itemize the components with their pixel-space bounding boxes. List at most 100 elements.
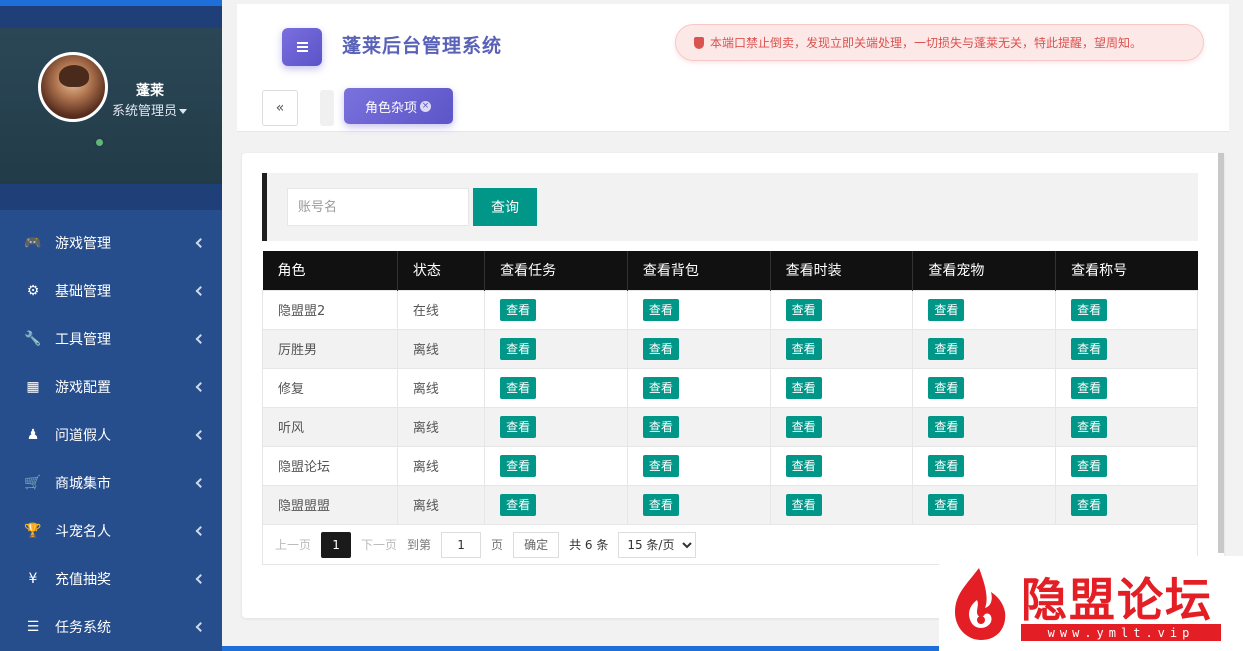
view-bag-button[interactable]: 查看: [642, 376, 679, 399]
view-title-button[interactable]: 查看: [1071, 415, 1108, 438]
view-fashion-button[interactable]: 查看: [785, 298, 822, 321]
view-task-cell: 查看: [484, 328, 628, 369]
view-task-button[interactable]: 查看: [500, 454, 537, 477]
view-task-button[interactable]: 查看: [500, 415, 537, 438]
sidebar-item-label: 商城集市: [55, 476, 111, 492]
tab-bar-home[interactable]: [320, 90, 334, 126]
table-row: 修复 离线 查看 查看 查看 查看 查看: [262, 367, 1198, 408]
query-button[interactable]: 查询: [473, 188, 537, 226]
view-task-button[interactable]: 查看: [500, 298, 537, 321]
view-fashion-button[interactable]: 查看: [785, 337, 822, 360]
view-title-button[interactable]: 查看: [1071, 337, 1108, 360]
view-title-button[interactable]: 查看: [1071, 493, 1108, 516]
sidebar-item-7[interactable]: 🏆 斗宠名人: [0, 507, 222, 555]
view-task-cell: 查看: [484, 445, 628, 486]
role-name-cell: 厉胜男: [262, 328, 398, 369]
view-bag-button[interactable]: 查看: [642, 415, 679, 438]
view-pet-button[interactable]: 查看: [928, 376, 965, 399]
view-title-cell: 查看: [1055, 445, 1198, 486]
view-pet-button[interactable]: 查看: [928, 337, 965, 360]
sidebar-item-label: 游戏配置: [55, 380, 111, 396]
view-fashion-button[interactable]: 查看: [785, 454, 822, 477]
view-fashion-cell: 查看: [769, 406, 914, 447]
confirm-page-button[interactable]: 确定: [513, 531, 560, 558]
next-page-button[interactable]: 下一页: [361, 536, 397, 553]
view-bag-button[interactable]: 查看: [642, 298, 679, 321]
cart-icon: 🛒: [24, 475, 42, 491]
view-fashion-button[interactable]: 查看: [785, 493, 822, 516]
view-title-button[interactable]: 查看: [1071, 298, 1108, 321]
view-task-button[interactable]: 查看: [500, 493, 537, 516]
sidebar-item-2[interactable]: ⚙ 基础管理: [0, 267, 222, 315]
chevron-left-icon: [195, 286, 206, 296]
list-icon: ☰: [26, 619, 40, 635]
view-pet-button[interactable]: 查看: [928, 493, 965, 516]
menu-toggle-button[interactable]: [282, 28, 322, 66]
profile-divider: [0, 184, 222, 210]
hamburger-icon: [296, 42, 308, 44]
table-row: 隐盟论坛 离线 查看 查看 查看 查看 查看: [262, 445, 1198, 486]
view-title-cell: 查看: [1055, 406, 1198, 447]
column-header: 角色: [262, 251, 398, 290]
current-page[interactable]: 1: [321, 531, 352, 558]
sidebar-strip: [0, 6, 222, 28]
view-task-button[interactable]: 查看: [500, 376, 537, 399]
close-icon[interactable]: ×: [420, 100, 432, 112]
sidebar-item-1[interactable]: 🎮 游戏管理: [0, 219, 222, 267]
view-task-cell: 查看: [484, 406, 628, 447]
goto-page-input[interactable]: [441, 531, 482, 558]
view-pet-button[interactable]: 查看: [928, 415, 965, 438]
view-bag-button[interactable]: 查看: [642, 493, 679, 516]
chevron-left-icon: [195, 334, 206, 344]
view-bag-button[interactable]: 查看: [642, 337, 679, 360]
sidebar-item-9[interactable]: ☰ 任务系统: [0, 603, 222, 651]
view-fashion-button[interactable]: 查看: [785, 415, 822, 438]
sidebar-item-3[interactable]: 🔧 工具管理: [0, 315, 222, 363]
view-title-button[interactable]: 查看: [1071, 376, 1108, 399]
view-bag-button[interactable]: 查看: [642, 454, 679, 477]
user-role-dropdown[interactable]: 系统管理员: [112, 100, 188, 119]
sidebar-item-label: 基础管理: [55, 284, 111, 300]
prev-page-button[interactable]: 上一页: [275, 536, 311, 553]
sidebar-item-6[interactable]: 🛒 商城集市: [0, 459, 222, 507]
view-pet-button[interactable]: 查看: [928, 454, 965, 477]
double-chevron-left-icon: «: [275, 100, 285, 116]
view-fashion-button[interactable]: 查看: [785, 376, 822, 399]
user-icon: ♟: [26, 427, 40, 443]
table-row: 厉胜男 离线 查看 查看 查看 查看 查看: [262, 328, 1198, 369]
total-count: 共 6 条: [569, 538, 609, 552]
sidebar-item-label: 斗宠名人: [55, 524, 111, 540]
tabs-scroll-left-button[interactable]: «: [262, 90, 298, 126]
role-table: 角色 状态 查看任务 查看背包 查看时装 查看宠物 查看称号 隐盟盟2 在线 查看 查看 查看 查看查…: [262, 251, 1198, 525]
search-bar: 查询: [262, 173, 1198, 241]
tab-role-misc[interactable]: 角色杂项 ×: [344, 88, 453, 124]
view-bag-cell: 查看: [626, 328, 771, 369]
view-pet-button[interactable]: 查看: [928, 298, 965, 321]
view-bag-cell: 查看: [626, 289, 771, 330]
account-name-input[interactable]: [287, 188, 469, 226]
sidebar-item-4[interactable]: ▦ 游戏配置: [0, 363, 222, 411]
avatar[interactable]: [38, 52, 108, 122]
view-pet-cell: 查看: [912, 289, 1057, 330]
sidebar-item-5[interactable]: ♟ 问道假人: [0, 411, 222, 459]
sidebar: 蓬莱 系统管理员 🎮 游戏管理 ⚙ 基础管理 🔧 工具管理 ▦ 游戏配置 ♟ 问道假人 🛒 商城集市 🏆…: [0, 0, 222, 651]
sidebar-item-8[interactable]: ¥ 充值抽奖: [0, 555, 222, 603]
scrollbar[interactable]: [1218, 153, 1224, 553]
table-header-row: 角色 状态 查看任务 查看背包 查看时装 查看宠物 查看称号: [262, 251, 1198, 290]
view-title-cell: 查看: [1055, 367, 1198, 408]
view-pet-cell: 查看: [912, 406, 1057, 447]
watermark-title: 隐盟论坛: [1021, 573, 1213, 627]
view-fashion-cell: 查看: [769, 484, 914, 525]
page-size-select[interactable]: 15 条/页: [618, 531, 697, 558]
chevron-left-icon: [195, 430, 206, 440]
status-cell: 离线: [396, 484, 486, 525]
view-title-cell: 查看: [1055, 289, 1198, 330]
trophy-icon: 🏆: [24, 523, 42, 539]
sidebar-item-label: 充值抽奖: [55, 572, 111, 588]
view-fashion-cell: 查看: [769, 367, 914, 408]
gear-icon: ⚙: [26, 283, 40, 299]
view-title-cell: 查看: [1055, 328, 1198, 369]
view-title-button[interactable]: 查看: [1071, 454, 1108, 477]
view-task-button[interactable]: 查看: [500, 337, 537, 360]
hamburger-icon: [296, 46, 308, 48]
